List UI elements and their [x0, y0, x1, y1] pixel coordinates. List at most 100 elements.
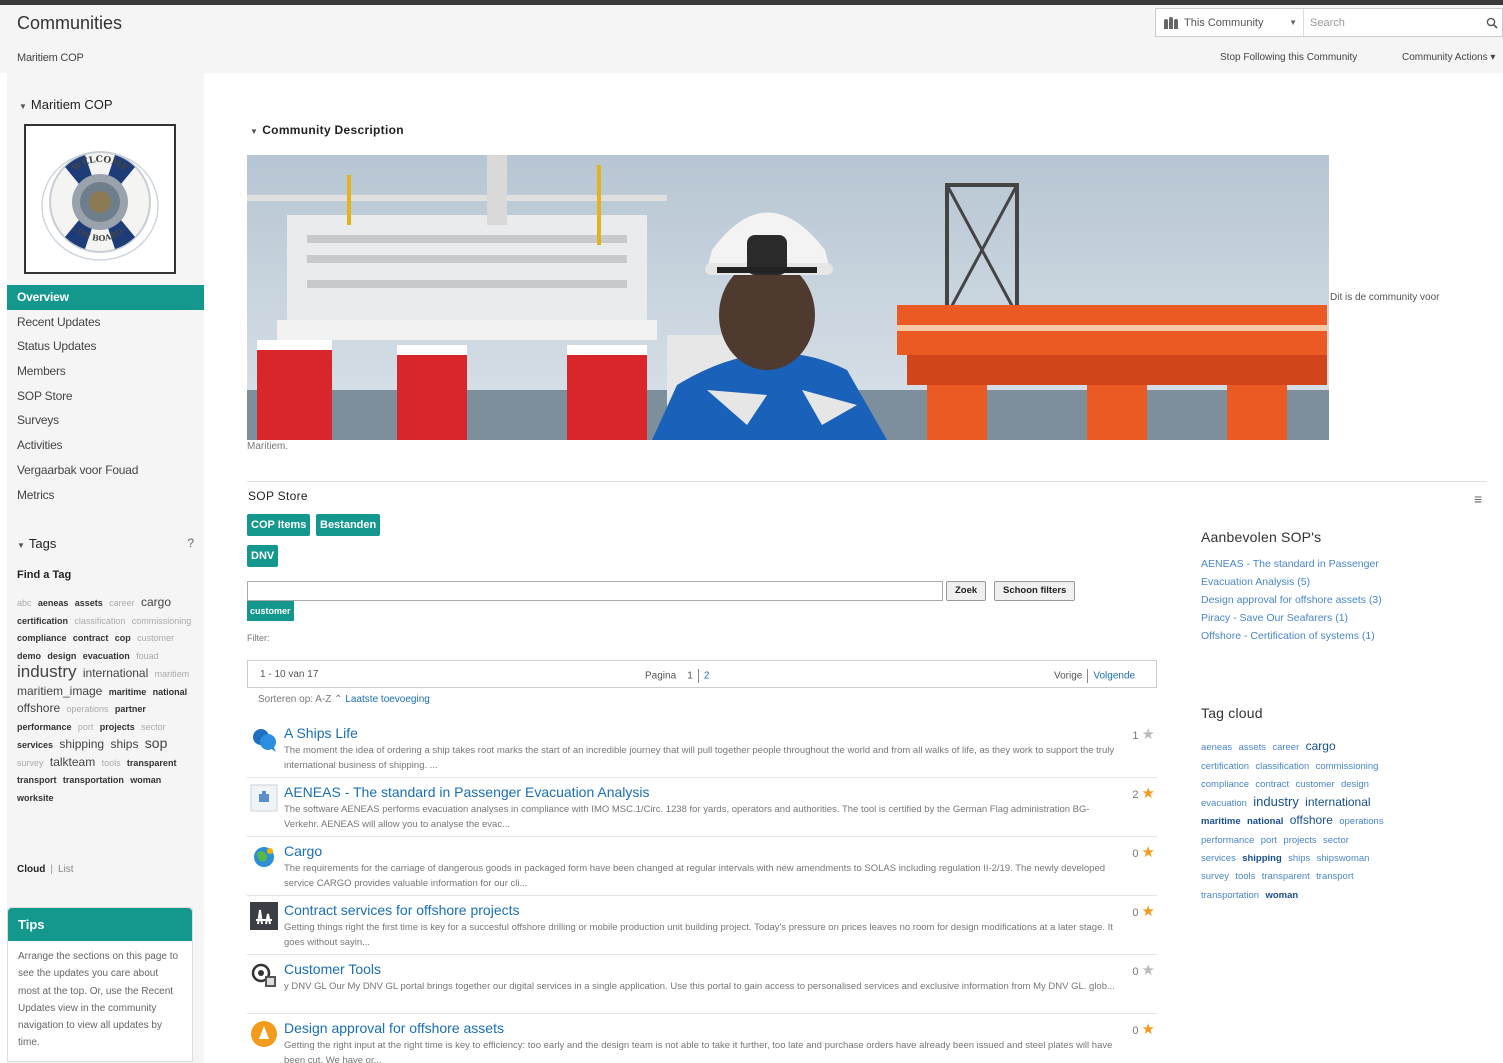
tag-link[interactable]: transport — [17, 775, 57, 785]
community-description-toggle[interactable]: ▼ Community Description — [250, 123, 404, 137]
tag-link[interactable]: cargo — [141, 595, 171, 609]
community-actions-menu[interactable]: Community Actions ▾ — [1402, 52, 1495, 63]
recommended-link[interactable]: AENEAS - The standard in Passenger Evacu… — [1201, 555, 1391, 591]
tag-link[interactable]: woman — [130, 775, 161, 785]
recommended-link[interactable]: Offshore - Certification of systems (1) — [1201, 627, 1391, 645]
tag-link[interactable]: national — [1247, 816, 1283, 827]
tag-link[interactable]: ships — [1288, 853, 1310, 864]
tag-link[interactable]: maritiem_image — [17, 684, 102, 698]
tag-link[interactable]: transparent — [1262, 871, 1310, 882]
tag-link[interactable]: cargo — [1306, 739, 1336, 753]
tag-link[interactable]: compliance — [1201, 779, 1249, 790]
tag-link[interactable]: transportation — [1201, 890, 1259, 901]
result-title[interactable]: Cargo — [284, 843, 322, 859]
tag-link[interactable]: compliance — [17, 633, 67, 643]
tag-link[interactable]: transport — [1316, 871, 1354, 882]
tag-link[interactable]: commissioning — [132, 616, 192, 626]
tag-link[interactable]: maritiem — [155, 669, 190, 679]
tag-link[interactable]: shipping — [59, 737, 104, 751]
cop-items-button[interactable]: COP Items — [247, 514, 311, 536]
tag-link[interactable]: demo — [17, 651, 41, 661]
active-tag-filter[interactable]: customer — [247, 601, 294, 621]
cloud-view-link[interactable]: Cloud — [17, 864, 45, 875]
next-link[interactable]: Volgende — [1093, 671, 1135, 682]
tag-link[interactable]: cop — [115, 633, 131, 643]
tag-link[interactable]: survey — [1201, 871, 1229, 882]
stop-following-link[interactable]: Stop Following this Community — [1220, 52, 1357, 63]
tag-link[interactable]: performance — [17, 722, 72, 732]
search-icon[interactable] — [1482, 9, 1502, 36]
star-icon[interactable]: ★ — [1142, 962, 1155, 979]
bestanden-button[interactable]: Bestanden — [316, 514, 381, 536]
tag-link[interactable]: operations — [1339, 816, 1383, 827]
tag-link[interactable]: abc — [17, 598, 32, 608]
nav-status-updates[interactable]: Status Updates — [7, 334, 204, 359]
tag-link[interactable]: national — [153, 687, 188, 697]
tag-link[interactable]: career — [109, 598, 135, 608]
tag-link[interactable]: assets — [1239, 742, 1266, 753]
tag-link[interactable]: ships — [110, 737, 138, 751]
nav-metrics[interactable]: Metrics — [7, 483, 204, 508]
tag-link[interactable]: assets — [75, 598, 103, 608]
nav-vergaarbak[interactable]: Vergaarbak voor Fouad — [7, 458, 204, 483]
tag-link[interactable]: services — [1201, 853, 1236, 864]
tag-link[interactable]: partner — [115, 704, 146, 714]
tag-link[interactable]: performance — [1201, 835, 1254, 846]
star-icon[interactable]: ★ — [1142, 785, 1155, 802]
result-title[interactable]: A Ships Life — [284, 725, 358, 741]
tag-link[interactable]: sector — [141, 722, 166, 732]
page-1[interactable]: 1 — [687, 671, 693, 682]
tag-link[interactable]: contract — [73, 633, 109, 643]
tag-link[interactable]: sop — [145, 735, 168, 751]
tag-link[interactable]: aeneas — [1201, 742, 1232, 753]
tag-link[interactable]: international — [83, 666, 148, 680]
nav-surveys[interactable]: Surveys — [7, 408, 204, 433]
tag-link[interactable]: port — [78, 722, 94, 732]
tag-link[interactable]: services — [17, 740, 53, 750]
tag-link[interactable]: fouad — [136, 651, 159, 661]
tag-link[interactable]: sector — [1323, 835, 1349, 846]
tag-link[interactable]: design — [1341, 779, 1369, 790]
tag-link[interactable]: worksite — [17, 793, 54, 803]
tag-link[interactable]: maritime — [1201, 816, 1241, 827]
tag-link[interactable]: customer — [137, 633, 174, 643]
sort-az-link[interactable]: A-Z — [315, 694, 331, 705]
dnv-button[interactable]: DNV — [247, 545, 279, 567]
community-breadcrumb[interactable]: Maritiem COP — [17, 52, 84, 64]
tag-link[interactable]: classification — [74, 616, 125, 626]
sop-search-input[interactable] — [247, 581, 943, 601]
tag-link[interactable]: woman — [1265, 890, 1298, 901]
tag-link[interactable]: classification — [1255, 761, 1309, 772]
search-input[interactable]: Search — [1304, 9, 1482, 36]
tag-link[interactable]: certification — [17, 616, 68, 626]
recommended-link[interactable]: Design approval for offshore assets (3) — [1201, 591, 1391, 609]
tag-link[interactable]: survey — [17, 758, 44, 768]
tag-link[interactable]: commissioning — [1316, 761, 1379, 772]
result-title[interactable]: Contract services for offshore projects — [284, 902, 520, 918]
tag-link[interactable]: port — [1261, 835, 1277, 846]
tag-link[interactable]: maritime — [109, 687, 147, 697]
tag-link[interactable]: contract — [1255, 779, 1289, 790]
menu-icon[interactable]: ≡ — [1474, 491, 1482, 507]
tag-link[interactable]: evacuation — [1201, 798, 1247, 809]
tag-link[interactable]: talkteam — [50, 755, 95, 769]
result-title[interactable]: Customer Tools — [284, 961, 381, 977]
tag-link[interactable]: shipping — [1242, 853, 1282, 864]
sort-recent-link[interactable]: Laatste toevoeging — [345, 694, 430, 705]
search-scope-dropdown[interactable]: This Community ▼ — [1156, 9, 1304, 36]
tag-link[interactable]: career — [1272, 742, 1299, 753]
tag-link[interactable]: projects — [1283, 835, 1316, 846]
tag-link[interactable]: international — [1305, 795, 1370, 809]
star-icon[interactable]: ★ — [1142, 844, 1155, 861]
recommended-link[interactable]: Piracy - Save Our Seafarers (1) — [1201, 609, 1391, 627]
tag-link[interactable]: aeneas — [38, 598, 69, 608]
nav-overview[interactable]: Overview — [7, 285, 204, 310]
tag-link[interactable]: customer — [1296, 779, 1335, 790]
tag-link[interactable]: design — [47, 651, 76, 661]
page-2-link[interactable]: 2 — [704, 671, 710, 682]
nav-activities[interactable]: Activities — [7, 433, 204, 458]
tag-link[interactable]: transparent — [127, 758, 177, 768]
tag-link[interactable]: industry — [1253, 794, 1299, 809]
star-icon[interactable]: ★ — [1142, 726, 1155, 743]
tag-link[interactable]: tools — [102, 758, 121, 768]
